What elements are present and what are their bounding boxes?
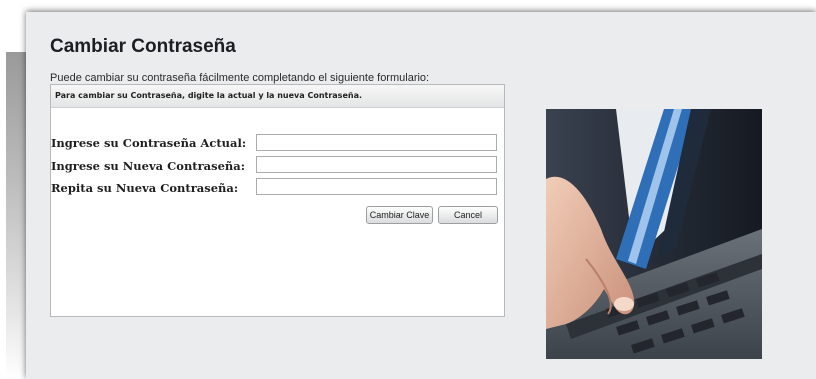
current-password-label: Ingrese su Contraseña Actual: (51, 136, 247, 150)
change-password-form: Para cambiar su Contraseña, digite la ac… (50, 84, 505, 317)
intro-text: Puede cambiar su contraseña fácilmente c… (50, 72, 430, 84)
repeat-password-label: Repita su Nueva Contraseña: (51, 181, 239, 195)
left-shadow-decoration (6, 52, 26, 379)
change-password-panel: Cambiar Contraseña Puede cambiar su cont… (26, 12, 816, 379)
current-password-field[interactable] (256, 134, 497, 151)
form-fields: Ingrese su Contraseña Actual: Ingrese su… (51, 85, 504, 316)
cancel-button[interactable]: Cancel (438, 206, 498, 224)
repeat-password-field[interactable] (256, 178, 497, 195)
change-password-button[interactable]: Cambiar Clave (366, 206, 433, 224)
business-laptop-image (546, 109, 762, 359)
new-password-field[interactable] (256, 156, 497, 173)
page-title: Cambiar Contraseña (50, 36, 236, 57)
new-password-label: Ingrese su Nueva Contraseña: (51, 159, 245, 173)
